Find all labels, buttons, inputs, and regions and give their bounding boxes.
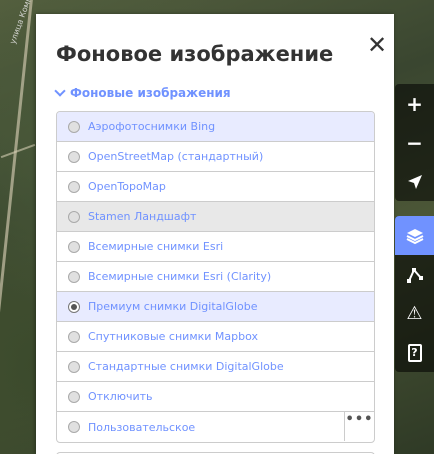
help-pane-button[interactable]: ? <box>395 333 434 372</box>
background-list: Аэрофотоснимки Bing OpenStreetMap (станд… <box>56 111 375 443</box>
map-road <box>0 143 36 159</box>
background-panel: Фоновое изображение ✕ Фоновые изображени… <box>36 14 394 454</box>
list-item-label: Премиум снимки DigitalGlobe <box>88 300 258 313</box>
list-item-label: Stamen Ландшафт <box>88 210 197 223</box>
list-item[interactable]: Аэрофотоснимки Bing <box>57 112 374 142</box>
list-item[interactable]: Стандартные снимки DigitalGlobe <box>57 352 374 382</box>
radio-button[interactable] <box>68 150 80 163</box>
list-item[interactable]: Всемирные снимки Esri <box>57 232 374 262</box>
list-item[interactable]: Stamen Ландшафт <box>57 202 374 232</box>
list-item-label: Отключить <box>88 390 153 403</box>
map-road <box>0 0 33 454</box>
list-item-label: OpenStreetMap (стандартный) <box>88 150 264 163</box>
list-item[interactable]: Пользовательское ••• <box>57 412 374 442</box>
radio-button[interactable] <box>68 390 80 403</box>
radio-button[interactable] <box>68 120 80 133</box>
radio-button[interactable] <box>68 270 80 283</box>
chevron-down-icon <box>54 85 66 97</box>
list-item-label: Всемирные снимки Esri (Clarity) <box>88 270 272 283</box>
map-controls-group: + − <box>395 84 434 201</box>
layers-icon <box>406 228 423 244</box>
warning-icon: ⚠ <box>406 303 423 324</box>
list-item[interactable]: OpenStreetMap (стандартный) <box>57 142 374 172</box>
list-item-label: Пользовательское <box>88 420 196 434</box>
radio-button-checked[interactable] <box>68 300 80 313</box>
list-item-label: Спутниковые снимки Mapbox <box>88 330 259 343</box>
list-item[interactable]: OpenTopoMap <box>57 172 374 202</box>
map-data-icon <box>406 267 423 283</box>
section-title: Фоновые изображения <box>70 86 231 100</box>
list-item[interactable]: Спутниковые снимки Mapbox <box>57 322 374 352</box>
zoom-out-button[interactable]: − <box>395 123 434 162</box>
list-item-label: Аэрофотоснимки Bing <box>88 120 216 133</box>
map-data-pane-button[interactable] <box>395 255 434 294</box>
panel-title: Фоновое изображение <box>56 42 334 66</box>
radio-button[interactable] <box>68 360 80 373</box>
list-item[interactable]: Премиум снимки DigitalGlobe <box>57 292 374 322</box>
radio-button[interactable] <box>68 180 80 193</box>
panes-toolbar-group: ⚠ ? <box>395 216 434 372</box>
radio-button[interactable] <box>68 240 80 253</box>
locate-arrow-icon <box>407 174 422 189</box>
list-item-label: OpenTopoMap <box>88 180 166 193</box>
help-icon: ? <box>407 343 422 362</box>
radio-button[interactable] <box>68 210 80 223</box>
list-item-label: Всемирные снимки Esri <box>88 240 224 253</box>
zoom-in-button[interactable]: + <box>395 84 434 123</box>
close-button[interactable]: ✕ <box>364 32 390 58</box>
locate-button[interactable] <box>395 162 434 201</box>
radio-button[interactable] <box>68 330 80 343</box>
radio-button[interactable] <box>68 421 80 433</box>
list-item[interactable]: Отключить <box>57 382 374 412</box>
more-options-button[interactable]: ••• <box>344 412 374 441</box>
section-toggle-backgrounds[interactable]: Фоновые изображения <box>54 85 231 100</box>
list-item-label: Стандартные снимки DigitalGlobe <box>88 360 284 373</box>
background-pane-button[interactable] <box>395 216 434 255</box>
list-item[interactable]: Всемирные снимки Esri (Clarity) <box>57 262 374 292</box>
issues-pane-button[interactable]: ⚠ <box>395 294 434 333</box>
